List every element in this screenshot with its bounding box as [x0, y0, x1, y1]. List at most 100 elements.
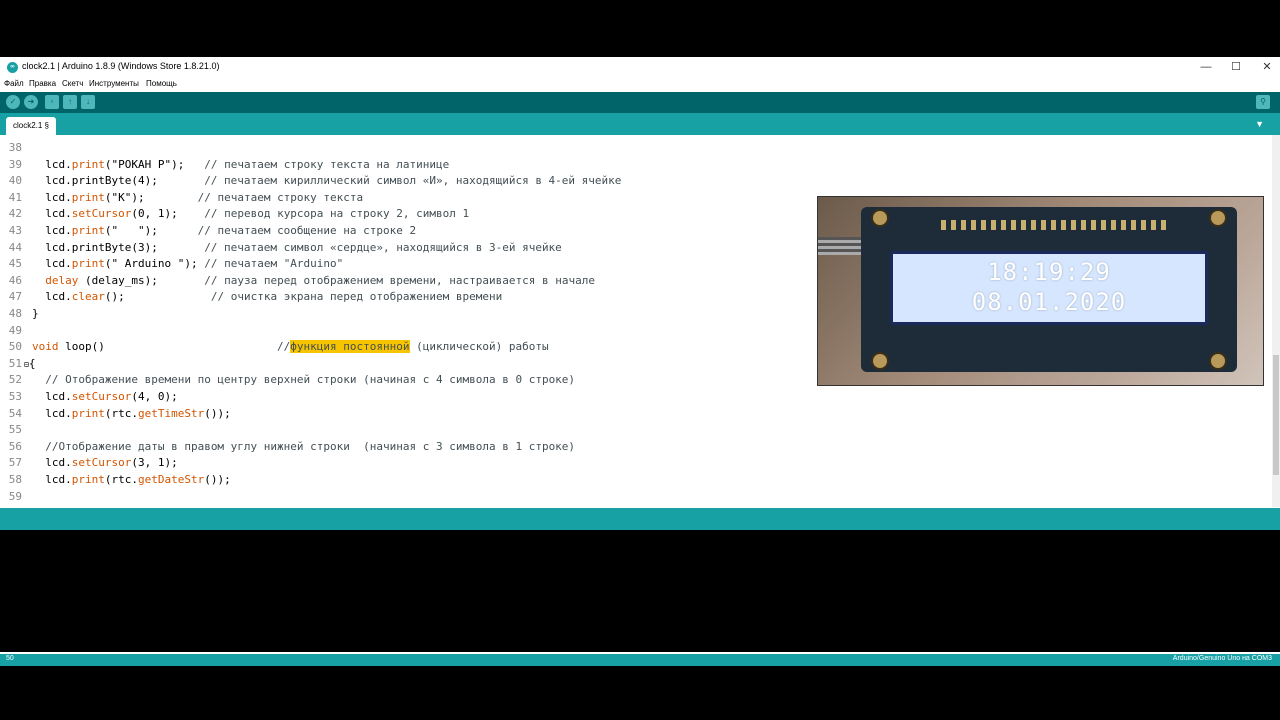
function-call: getDateStr [138, 473, 205, 486]
arrow-right-icon: ➜ [27, 97, 35, 106]
comment: // печатаем кириллический символ «И», на… [204, 174, 622, 188]
code-line: 56 //Отображение даты в правом углу нижн… [0, 439, 575, 455]
function-call: print [71, 473, 105, 486]
line-number: 43 [8, 224, 22, 237]
comment: // печатаем сообщение на строке 2 [197, 224, 417, 237]
menu-sketch[interactable]: Скетч [62, 79, 83, 88]
lcd-date: 08.01.2020 [971, 288, 1127, 316]
function-call: delay [45, 273, 79, 287]
comment: // пауза перед отображением времени, нас… [204, 273, 595, 287]
code-text: lcd. [32, 406, 72, 420]
console-output [0, 530, 1280, 652]
code-line: 49 [0, 323, 32, 339]
maximize-button[interactable]: ☐ [1226, 60, 1246, 74]
line-number: 56 [8, 439, 22, 453]
comment: // печатаем символ «сердце», находящийся… [204, 240, 562, 254]
code-text: ("K"); [104, 190, 198, 204]
code-text: lcd. [32, 390, 72, 403]
comment: // печатаем строку текста на латинице [204, 157, 450, 171]
arrow-down-icon: ↓ [86, 97, 90, 106]
menu-tools[interactable]: Инструменты [89, 79, 139, 88]
tab-clock2-1[interactable]: clock2.1 § [6, 117, 56, 135]
code-text: (); [104, 290, 211, 304]
minimize-button[interactable]: — [1196, 60, 1216, 74]
line-number: 51 [8, 356, 22, 370]
menu-edit[interactable]: Правка [29, 79, 56, 88]
code-text: lcd. [32, 190, 72, 204]
line-number: 52 [8, 373, 22, 387]
code-text: (3, 1); [131, 456, 178, 470]
line-number: 54 [8, 406, 22, 420]
code-line: 40 lcd.printByte(4); // печатаем кирилли… [0, 173, 622, 189]
serial-monitor-button[interactable]: ⚲ [1256, 95, 1270, 109]
code-line: 53 lcd.setCursor(4, 0); [0, 389, 178, 405]
menu-help[interactable]: Помощь [146, 79, 177, 88]
line-number: 57 [8, 456, 22, 470]
code-line: 41 lcd.print("K"); // печатаем строку те… [0, 190, 363, 206]
code-line: 43 lcd.print(" "); // печатаем сообщение… [0, 223, 416, 239]
code-line: 39 lcd.print("PОКАН P"); // печатаем стр… [0, 157, 450, 173]
mount-hole [871, 209, 889, 227]
title-bar: ∞ clock2.1 | Arduino 1.8.9 (Windows Stor… [0, 57, 1280, 77]
new-button[interactable]: ▫ [45, 95, 59, 109]
tab-menu-chevron-down-icon[interactable]: ▼ [1255, 119, 1264, 129]
code-line: 38 [0, 140, 32, 156]
line-number: 58 [8, 473, 22, 486]
code-text: { [28, 356, 36, 370]
verify-button[interactable]: ✓ [6, 95, 20, 109]
scrollbar-thumb[interactable] [1273, 355, 1279, 475]
line-number: 40 [8, 174, 22, 188]
save-button[interactable]: ↓ [81, 95, 95, 109]
arduino-logo-icon: ∞ [7, 62, 18, 73]
lcd-time: 18:19:29 [987, 258, 1111, 286]
code-text: lcd. [32, 290, 72, 304]
code-text: (rtc. [104, 473, 138, 486]
lcd-photo-overlay: 18:19:29 08.01.2020 [817, 196, 1264, 386]
line-number: 46 [8, 273, 22, 287]
code-line: 42 lcd.setCursor(0, 1); // перевод курсо… [0, 206, 469, 222]
code-line: 52 // Отображение времени по центру верх… [0, 372, 575, 388]
editor-scrollbar[interactable] [1272, 135, 1280, 507]
code-text: lcd. [32, 473, 72, 486]
line-number: 44 [8, 240, 22, 254]
code-text: lcd. [32, 207, 72, 221]
code-text: ()); [204, 473, 231, 486]
mount-hole [1209, 352, 1227, 370]
upload-button[interactable]: ➜ [24, 95, 38, 109]
comment: (циклической) работы [409, 340, 549, 354]
code-text: lcd. [32, 157, 72, 171]
close-button[interactable]: ✕ [1257, 60, 1277, 74]
function-call: print [71, 157, 105, 171]
function-call: print [71, 406, 105, 420]
code-text: ()); [204, 406, 231, 420]
line-number: 45 [8, 257, 22, 271]
code-text: (" "); [104, 224, 198, 237]
current-line-number: 50 [6, 655, 14, 662]
line-number: 53 [8, 390, 22, 403]
code-text: lcd. [32, 456, 72, 470]
code-line: 55 [0, 422, 32, 438]
code-text: (delay_ms); [78, 273, 205, 287]
code-line: 51 ⊟{ [0, 356, 36, 372]
code-text: (0, 1); [131, 207, 205, 221]
open-button[interactable]: ↑ [63, 95, 77, 109]
comment: //Отображение даты в правом углу нижней … [45, 439, 576, 453]
function-call: print [71, 257, 105, 271]
code-text: lcd. [32, 257, 72, 271]
menu-file[interactable]: Файл [4, 79, 24, 88]
keyword: void [32, 340, 59, 354]
line-number: 39 [8, 157, 22, 171]
code-line: 44 lcd.printByte(3); // печатаем символ … [0, 240, 562, 256]
lcd-screen: 18:19:29 08.01.2020 [890, 251, 1208, 325]
line-number: 48 [8, 307, 22, 320]
function-call: getTimeStr [138, 406, 205, 420]
function-call: setCursor [71, 207, 132, 221]
tab-bar: clock2.1 § ▼ [0, 113, 1280, 135]
line-number: 49 [8, 323, 22, 337]
function-call: setCursor [71, 390, 132, 403]
line-number: 59 [8, 489, 22, 503]
pin-header [941, 220, 1171, 230]
line-number: 42 [8, 207, 22, 221]
